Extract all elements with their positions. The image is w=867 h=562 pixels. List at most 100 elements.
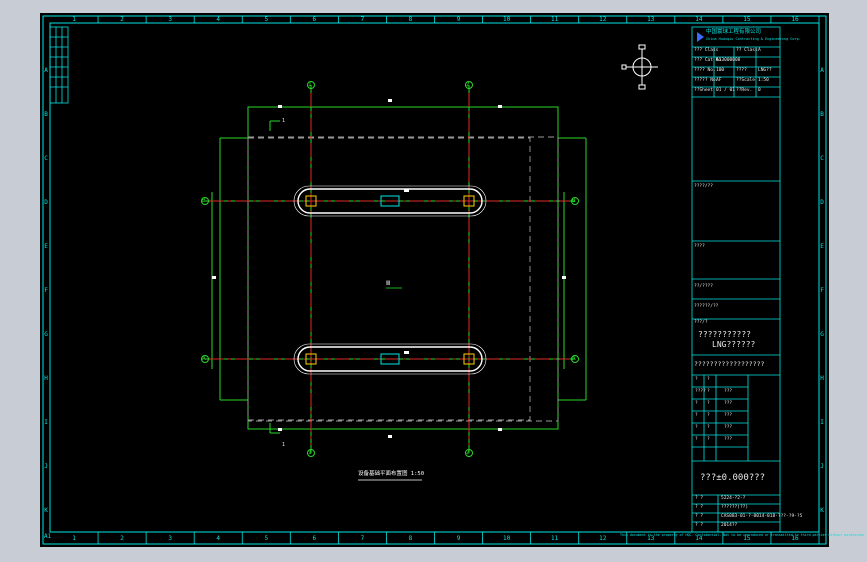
row-label-right-K: K xyxy=(820,507,824,514)
row-label-left-E: E xyxy=(44,243,48,250)
sign-cell-a: ? xyxy=(695,377,698,382)
row-label-right-B: B xyxy=(820,111,824,118)
sign-cell-b: ? xyxy=(707,437,710,442)
row-label-left-H: H xyxy=(44,375,48,382)
company-logo xyxy=(697,32,704,42)
row-label-left-K: K xyxy=(44,507,48,514)
col-label-top-3: 3 xyxy=(168,16,172,23)
foundation-beams xyxy=(293,185,487,375)
row-label-left-G: G xyxy=(44,331,48,338)
doc-cell-v: 2014?? xyxy=(721,523,738,528)
col-label-top-10: 10 xyxy=(503,16,511,23)
sign-cell-a: ???? xyxy=(695,389,706,394)
col-label-top-15: 15 xyxy=(743,16,751,23)
doc-cell-k: ? ? xyxy=(695,523,704,528)
drawing-caption: 设备基础平面布置图 1:50 xyxy=(358,471,425,477)
col-label-bottom-11: 11 xyxy=(551,535,559,542)
sign-cell-b: ? xyxy=(707,413,710,418)
axis-letter-a-left: A xyxy=(202,355,206,362)
col-label-top-16: 16 xyxy=(791,16,799,23)
doc-cell-k: ? ? xyxy=(695,514,704,519)
row-label-left-F: F xyxy=(44,287,48,294)
sign-cell-b: ? xyxy=(707,425,710,430)
col-label-bottom-3: 3 xyxy=(168,535,172,542)
sign-cell-a: ? xyxy=(695,425,698,430)
outer-frame xyxy=(42,15,827,545)
doc-cell-v: CAS083-01-?-0014-018-???-?9-?5 xyxy=(721,514,803,519)
title-block-cell-v1: A13000008 xyxy=(716,58,741,63)
title-block-cell-v2: A xyxy=(758,48,761,53)
col-label-bottom-10: 10 xyxy=(503,535,511,542)
axis-number-2-bottom: 2 xyxy=(466,449,470,456)
row-label-right-H: H xyxy=(820,375,824,382)
sheet-size-label: A1 xyxy=(44,533,52,540)
doc-cell-v: 5224-?2-? xyxy=(721,496,746,501)
row-label-right-J: J xyxy=(820,463,824,470)
col-label-top-12: 12 xyxy=(599,16,607,23)
title-block-cell-v2: LNG?? xyxy=(758,68,772,73)
sign-cell-b: ? xyxy=(707,389,710,394)
doc-cell-k: ? ? xyxy=(695,496,704,501)
drawing-sheet: 1 2 3 4 5 6 7 8 9 10 11 12 13 14 15 16 1 2 3 4 5 6 7 8 9 10 11 12 1… xyxy=(40,13,866,547)
title-block-cell-v2: 0 xyxy=(758,88,761,93)
axis-letter-a-right: A xyxy=(572,355,576,362)
col-label-bottom-8: 8 xyxy=(409,535,413,542)
col-label-top-6: 6 xyxy=(313,16,317,23)
sign-cell-c: ??? xyxy=(724,425,733,430)
col-label-top-4: 4 xyxy=(216,16,220,23)
sign-cell-a: ? xyxy=(695,437,698,442)
col-label-top-7: 7 xyxy=(361,16,365,23)
client-label: ????/?? xyxy=(694,184,713,189)
col-label-bottom-1: 1 xyxy=(72,535,76,542)
hidden-outline xyxy=(247,137,531,421)
foundation-plan xyxy=(201,81,587,457)
column-labels-top: 1 2 3 4 5 6 7 8 9 10 11 12 13 14 15 16 xyxy=(72,16,820,23)
title-block-cell-k2: ?? Class xyxy=(736,48,758,53)
north-arrow-symbol xyxy=(621,44,658,90)
outline-lines xyxy=(205,85,587,453)
unit-label: ??/???? xyxy=(694,284,713,289)
drawing-title-line-1: ??????????? xyxy=(698,330,751,339)
row-label-right-A: A xyxy=(820,67,824,74)
row-label-left-D: D xyxy=(44,199,48,206)
row-label-right-D: D xyxy=(820,199,824,206)
sign-cell-c: ??? xyxy=(724,413,733,418)
revision-grid xyxy=(49,26,69,104)
row-label-left-A: A xyxy=(44,67,48,74)
subunit-label: ??????/?? xyxy=(694,304,719,309)
col-label-bottom-2: 2 xyxy=(120,535,124,542)
sign-cell-c: ??? xyxy=(724,437,733,442)
project-label: ???? xyxy=(694,244,705,249)
elevation-note: ???±0.000??? xyxy=(700,473,766,483)
dimension-markers xyxy=(212,99,566,438)
col-label-top-11: 11 xyxy=(551,16,559,23)
col-label-bottom-6: 6 xyxy=(313,535,317,542)
title-block-cell-k1: ????? No. xyxy=(694,78,719,83)
design-label: ???/? xyxy=(694,320,708,325)
row-label-right-E: E xyxy=(820,243,824,250)
sign-cell-a: ? xyxy=(695,413,698,418)
axis-number-1-top: 1 xyxy=(308,81,312,88)
anchor-bolts xyxy=(305,195,475,365)
row-label-left-I: I xyxy=(44,419,48,426)
footer-note: This document is the property of HQC. Co… xyxy=(620,533,867,537)
company-name-cn: 中国寰球工程有限公司 xyxy=(706,29,762,35)
title-block-cell-k2: ??Scale xyxy=(736,78,755,83)
sign-cell-b: ? xyxy=(707,401,710,406)
axis-letter-b-left: B xyxy=(202,197,206,204)
title-block-frame xyxy=(691,26,781,533)
row-label-left-B: B xyxy=(44,111,48,118)
doc-cell-k: ? ? xyxy=(695,505,704,510)
title-block-cell-v2: 1:50 xyxy=(758,78,769,83)
center-tag: Ⅲ xyxy=(386,280,391,287)
col-label-bottom-4: 4 xyxy=(216,535,220,542)
drawing-title-line-3: ?????????????????? xyxy=(694,360,765,368)
col-label-top-5: 5 xyxy=(264,16,268,23)
row-label-right-C: C xyxy=(820,155,824,162)
col-label-bottom-5: 5 xyxy=(264,535,268,542)
title-block-cell-k2: ??Rev. xyxy=(736,88,753,93)
col-label-bottom-12: 12 xyxy=(599,535,607,542)
sign-cell-b: ? xyxy=(707,377,710,382)
row-label-left-C: C xyxy=(44,155,48,162)
drawing-title-line-2: LNG?????? xyxy=(712,340,756,349)
